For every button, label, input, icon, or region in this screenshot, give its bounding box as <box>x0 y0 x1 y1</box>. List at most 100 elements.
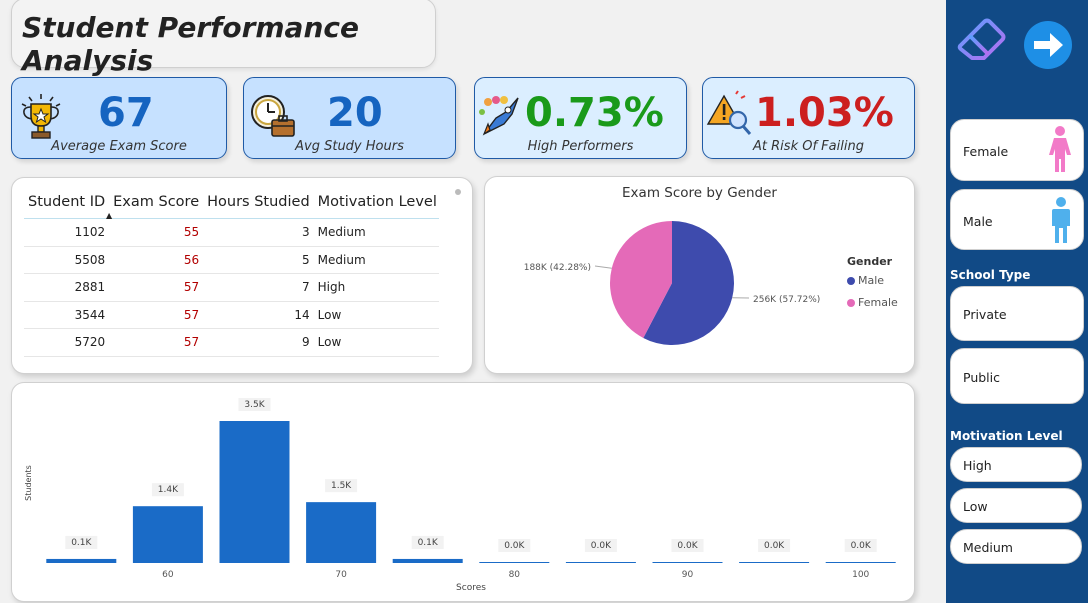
filter-button-male[interactable]: Male <box>950 189 1084 250</box>
filter-label: Medium <box>963 540 1013 555</box>
x-tick-label: 70 <box>335 570 347 580</box>
cell-exam-score: 57 <box>109 273 204 302</box>
filter-label: High <box>963 458 992 473</box>
filter-label: Female <box>963 144 1009 159</box>
table-row[interactable]: 1102 55 3 Medium <box>24 218 439 247</box>
rocket-icon <box>479 96 519 136</box>
legend-item-male[interactable]: Male <box>847 274 884 287</box>
histogram-bar[interactable] <box>652 562 723 563</box>
kpi-value: 0.73% <box>525 90 664 136</box>
cell-hours-studied: 7 <box>203 273 314 302</box>
scores-histogram-panel: 0.1K 1.4K 3.5K 1.5K 0.1K 0.0K 0.0K 0.0K 0.0K 0.0K… <box>11 382 915 602</box>
histogram-bar[interactable] <box>479 562 550 563</box>
kpi-value: 67 <box>98 90 154 136</box>
cell-motivation-level: Low <box>313 301 439 329</box>
bar-data-label: 0.1K <box>71 538 92 548</box>
filter-label: Male <box>963 214 993 229</box>
legend-swatch-female <box>847 298 855 307</box>
kpi-value: 1.03% <box>755 90 894 136</box>
cell-hours-studied: 3 <box>203 218 314 247</box>
table-row[interactable]: 5508 56 5 Medium <box>24 246 439 274</box>
histogram-bar[interactable] <box>46 558 117 563</box>
filter-button-high[interactable]: High <box>950 447 1082 482</box>
bar-data-label: 0.0K <box>677 541 698 551</box>
filter-button-private[interactable]: Private <box>950 286 1084 341</box>
histogram-bar[interactable] <box>219 421 290 563</box>
column-header-motivation-level[interactable]: Motivation Level <box>313 192 439 219</box>
male-icon <box>1052 197 1070 243</box>
cell-motivation-level: High <box>313 273 439 302</box>
x-tick-label: 100 <box>852 570 869 580</box>
cell-motivation-level: Medium <box>313 246 439 274</box>
legend-swatch-male <box>847 276 855 285</box>
table-row[interactable]: 2881 57 7 High <box>24 273 439 302</box>
cell-motivation-level: Low <box>313 328 439 357</box>
column-header-student-id[interactable]: Student ID <box>24 192 110 219</box>
kpi-label: At Risk Of Failing <box>753 139 864 154</box>
title-box: Student Performance Analysis <box>11 0 436 77</box>
cell-motivation-level: Medium <box>313 218 439 247</box>
filter-button-medium[interactable]: Medium <box>950 529 1082 564</box>
student-table-panel: Student ID Exam Score Hours Studied Moti… <box>11 177 473 374</box>
kpi-value: 20 <box>327 90 383 136</box>
legend-label: Female <box>858 296 898 309</box>
filter-button-public[interactable]: Public <box>950 348 1084 404</box>
histogram-bar[interactable] <box>132 506 203 563</box>
table-row[interactable]: 3544 57 14 Low <box>24 301 439 329</box>
filter-label: Low <box>963 499 988 514</box>
filter-button-low[interactable]: Low <box>950 488 1082 523</box>
bar-data-label: 3.5K <box>244 400 265 410</box>
column-header-hours-studied[interactable]: Hours Studied <box>203 192 314 219</box>
x-tick-label: 60 <box>162 570 174 580</box>
kpi-avg-study-hours[interactable]: 20 Avg Study Hours <box>243 77 456 159</box>
y-axis-label: Students <box>24 465 33 501</box>
sort-ascending-icon[interactable]: ▲ <box>106 211 112 220</box>
filter-sidebar: Female Male School Type Private Public M… <box>946 0 1088 603</box>
cell-hours-studied: 14 <box>203 301 314 329</box>
kpi-label: Average Exam Score <box>51 139 187 154</box>
arrow-right-icon[interactable] <box>1022 19 1074 71</box>
bar-data-label: 1.5K <box>331 481 352 491</box>
kpi-label: Avg Study Hours <box>295 139 404 154</box>
eraser-icon[interactable] <box>954 14 1008 68</box>
pie-data-label: 188K (42.28%) <box>524 263 591 273</box>
filter-button-female[interactable]: Female <box>950 119 1084 181</box>
bar-data-label: 0.0K <box>504 541 525 551</box>
motivation-level-heading: Motivation Level <box>950 429 1063 443</box>
histogram-bar[interactable] <box>825 562 896 563</box>
kpi-average-exam-score[interactable]: 67 Average Exam Score <box>11 77 227 159</box>
pie-leader-line <box>594 265 612 269</box>
cell-exam-score: 57 <box>109 328 204 357</box>
histogram-bar[interactable] <box>739 562 810 563</box>
column-header-exam-score[interactable]: Exam Score <box>109 192 204 219</box>
trophy-icon <box>21 94 61 139</box>
cell-student-id: 5508 <box>24 246 110 274</box>
cell-student-id: 3544 <box>24 301 110 329</box>
x-tick-label: 80 <box>509 570 521 580</box>
scrollbar-handle[interactable] <box>455 189 461 195</box>
kpi-label: High Performers <box>527 139 634 154</box>
x-tick-label: 90 <box>682 570 694 580</box>
legend-item-female[interactable]: Female <box>847 296 898 309</box>
gender-pie-panel: Exam Score by Gender 256K (57.72%) 188K (… <box>484 176 915 374</box>
histogram-bar[interactable] <box>306 502 377 563</box>
kpi-at-risk-of-failing[interactable]: 1.03% At Risk Of Failing <box>702 77 915 159</box>
student-table: Student ID Exam Score Hours Studied Moti… <box>24 192 439 357</box>
cell-student-id: 2881 <box>24 273 110 302</box>
histogram-bar[interactable] <box>565 562 636 563</box>
bar-data-label: 0.0K <box>851 541 872 551</box>
bar-data-label: 0.1K <box>418 538 439 548</box>
filter-label: Public <box>963 370 1000 385</box>
warning-search-icon <box>706 90 752 135</box>
kpi-high-performers[interactable]: 0.73% High Performers <box>474 77 687 159</box>
bar-data-label: 1.4K <box>158 485 179 495</box>
cell-student-id: 5720 <box>24 328 110 357</box>
legend-title: Gender <box>847 255 893 268</box>
cell-exam-score: 55 <box>109 218 204 247</box>
page-title: Student Performance Analysis <box>22 11 359 77</box>
table-header-row: Student ID Exam Score Hours Studied Moti… <box>24 192 439 219</box>
filter-label: Private <box>963 307 1007 322</box>
table-row[interactable]: 5720 57 9 Low <box>24 328 439 357</box>
histogram-bar[interactable] <box>392 558 463 563</box>
school-type-heading: School Type <box>950 268 1031 282</box>
